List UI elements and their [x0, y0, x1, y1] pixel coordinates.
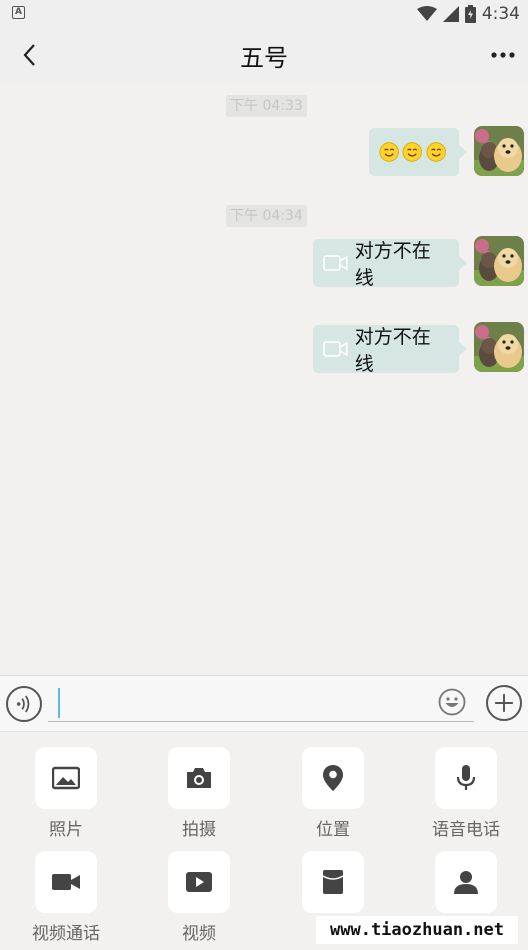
tool-label: 照片: [49, 820, 83, 840]
title-bar: 五号: [0, 28, 528, 84]
avatar[interactable]: [474, 236, 524, 286]
video-play-icon: [186, 872, 212, 892]
more-options-icon[interactable]: [488, 40, 518, 70]
microphone-icon: [456, 765, 476, 790]
tool-video-call[interactable]: 视频通话: [6, 851, 126, 944]
tool-label: 拍摄: [182, 820, 216, 840]
video-camera-icon: [52, 874, 80, 890]
timestamp: 下午 04:34: [226, 205, 307, 227]
chat-area[interactable]: 下午 04:33 下午 04:34 对方不在线 对方不在线: [0, 84, 528, 674]
more-tools-plus-icon[interactable]: [486, 685, 522, 721]
contact-card-icon: [454, 871, 478, 894]
smiling-face-icon: [379, 142, 399, 162]
location-pin-icon: [323, 765, 343, 791]
image-icon: [52, 766, 80, 790]
emoji-picker-icon[interactable]: [438, 688, 466, 716]
avatar[interactable]: [474, 322, 524, 372]
message-input[interactable]: [48, 684, 474, 722]
timestamp: 下午 04:33: [226, 95, 307, 117]
message-text: 对方不在线: [354, 240, 431, 289]
watermark: www.tiaozhuan.net: [316, 916, 518, 944]
tool-voice-call[interactable]: 语音电话: [406, 747, 526, 840]
video-camera-icon: [323, 255, 348, 271]
tool-red-packet[interactable]: [273, 851, 393, 919]
video-call-message-bubble[interactable]: 对方不在线: [313, 325, 467, 375]
input-bar: [0, 675, 528, 731]
message-text: 对方不在线: [354, 326, 431, 375]
tool-location[interactable]: 位置: [273, 747, 393, 840]
wifi-icon: [416, 6, 437, 21]
tool-label: 位置: [316, 820, 350, 840]
tool-label: 视频: [182, 924, 216, 944]
red-packet-icon: [322, 870, 344, 894]
page-title: 五号: [240, 44, 288, 72]
video-call-message-bubble[interactable]: 对方不在线: [313, 239, 467, 289]
tool-camera[interactable]: 拍摄: [139, 747, 259, 840]
video-camera-icon: [323, 341, 348, 357]
avatar[interactable]: [474, 126, 524, 176]
smiling-face-icon: [426, 142, 446, 162]
tool-label: 语音电话: [432, 820, 500, 840]
camera-icon: [187, 768, 211, 788]
tool-contact-card[interactable]: [406, 851, 526, 919]
status-bar: A 4:34: [0, 0, 528, 28]
notification-icon: A: [12, 6, 25, 19]
text-caret: [58, 688, 60, 718]
voice-input-icon[interactable]: [6, 686, 42, 722]
emoji-message-bubble[interactable]: [369, 128, 467, 176]
clock: 4:34: [481, 4, 520, 24]
smiling-face-icon: [402, 142, 423, 162]
tool-video[interactable]: 视频: [139, 851, 259, 944]
battery-icon: [464, 5, 476, 23]
tool-label: 视频通话: [32, 924, 100, 944]
signal-icon: [442, 6, 459, 22]
tool-photo[interactable]: 照片: [6, 747, 126, 840]
